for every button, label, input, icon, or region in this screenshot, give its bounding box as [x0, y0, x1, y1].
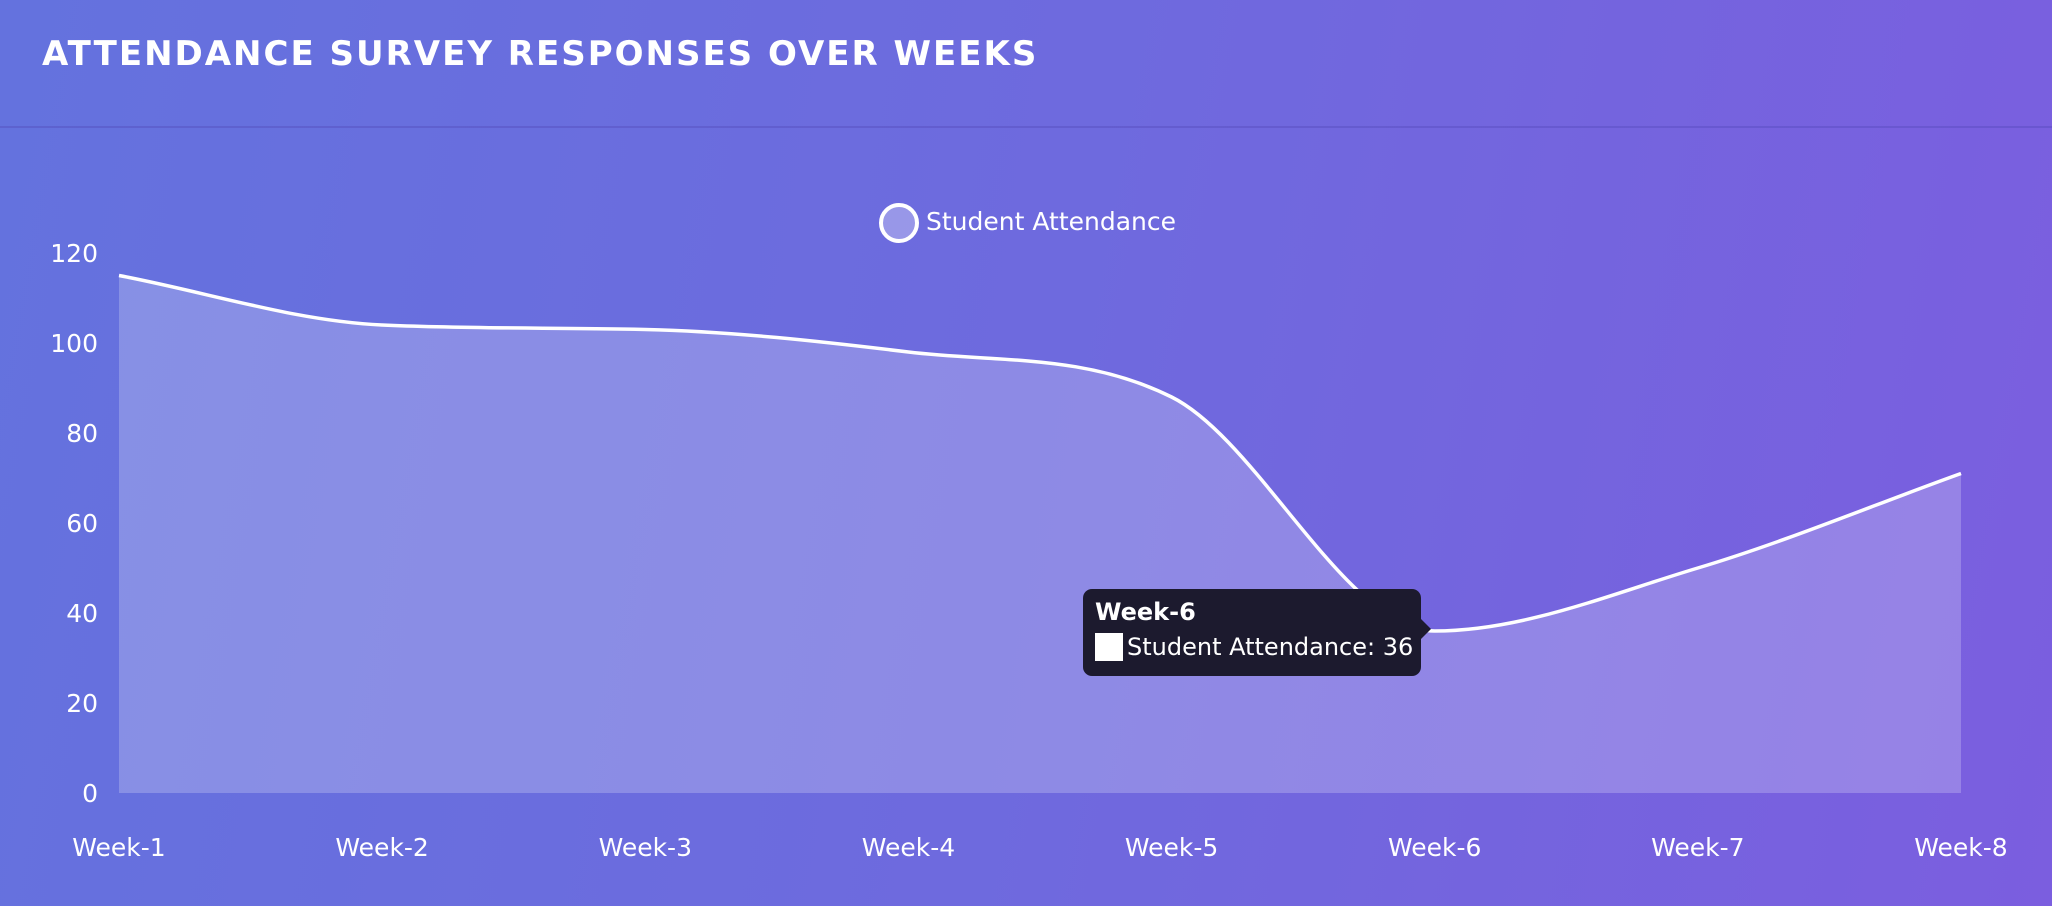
- tooltip: Week-6 Student Attendance: 36: [1083, 589, 1431, 676]
- tooltip-caret: [1421, 619, 1431, 639]
- data-point[interactable]: [1166, 391, 1178, 403]
- data-point[interactable]: [639, 324, 651, 336]
- x-tick-label: Week-6: [1388, 833, 1481, 862]
- y-tick-label: 80: [66, 419, 98, 448]
- x-tick-label: Week-3: [599, 833, 692, 862]
- data-point[interactable]: [113, 270, 125, 282]
- tooltip-value: 36: [1382, 633, 1414, 661]
- legend-label[interactable]: Student Attendance: [926, 207, 1176, 236]
- tooltip-separator: :: [1367, 633, 1383, 661]
- area-chart: 0 20 40 60 80 100 120 Week-1 Week-2 Week-3 Week-4…: [50, 203, 2008, 862]
- x-tick-label: Week-2: [335, 833, 428, 862]
- legend[interactable]: Student Attendance: [879, 203, 1176, 243]
- x-axis: Week-1 Week-2 Week-3 Week-4 Week-5 Week-6 Week…: [72, 833, 2007, 862]
- y-tick-label: 20: [66, 689, 98, 718]
- tooltip-series: Student Attendance: [1127, 633, 1368, 661]
- y-tick-label: 40: [66, 599, 98, 628]
- legend-marker[interactable]: [879, 203, 919, 243]
- x-tick-label: Week-5: [1125, 833, 1218, 862]
- tooltip-title: Week-6: [1095, 598, 1196, 626]
- data-point[interactable]: [902, 346, 914, 358]
- x-tick-label: Week-1: [72, 833, 165, 862]
- data-point[interactable]: [1955, 468, 1967, 480]
- data-point[interactable]: [376, 319, 388, 331]
- y-tick-label: 120: [50, 239, 98, 268]
- x-tick-label: Week-7: [1651, 833, 1744, 862]
- y-axis: 0 20 40 60 80 100 120: [50, 239, 98, 808]
- tooltip-swatch: [1095, 633, 1123, 661]
- y-tick-label: 0: [82, 779, 98, 808]
- data-point[interactable]: [1692, 562, 1704, 574]
- y-tick-label: 60: [66, 509, 98, 538]
- x-tick-label: Week-8: [1914, 833, 2007, 862]
- plot-area: [113, 270, 1967, 793]
- tooltip-row: Student Attendance: 36: [1095, 629, 1413, 665]
- y-tick-label: 100: [50, 329, 98, 358]
- series-area: [119, 275, 1961, 793]
- x-tick-label: Week-4: [862, 833, 955, 862]
